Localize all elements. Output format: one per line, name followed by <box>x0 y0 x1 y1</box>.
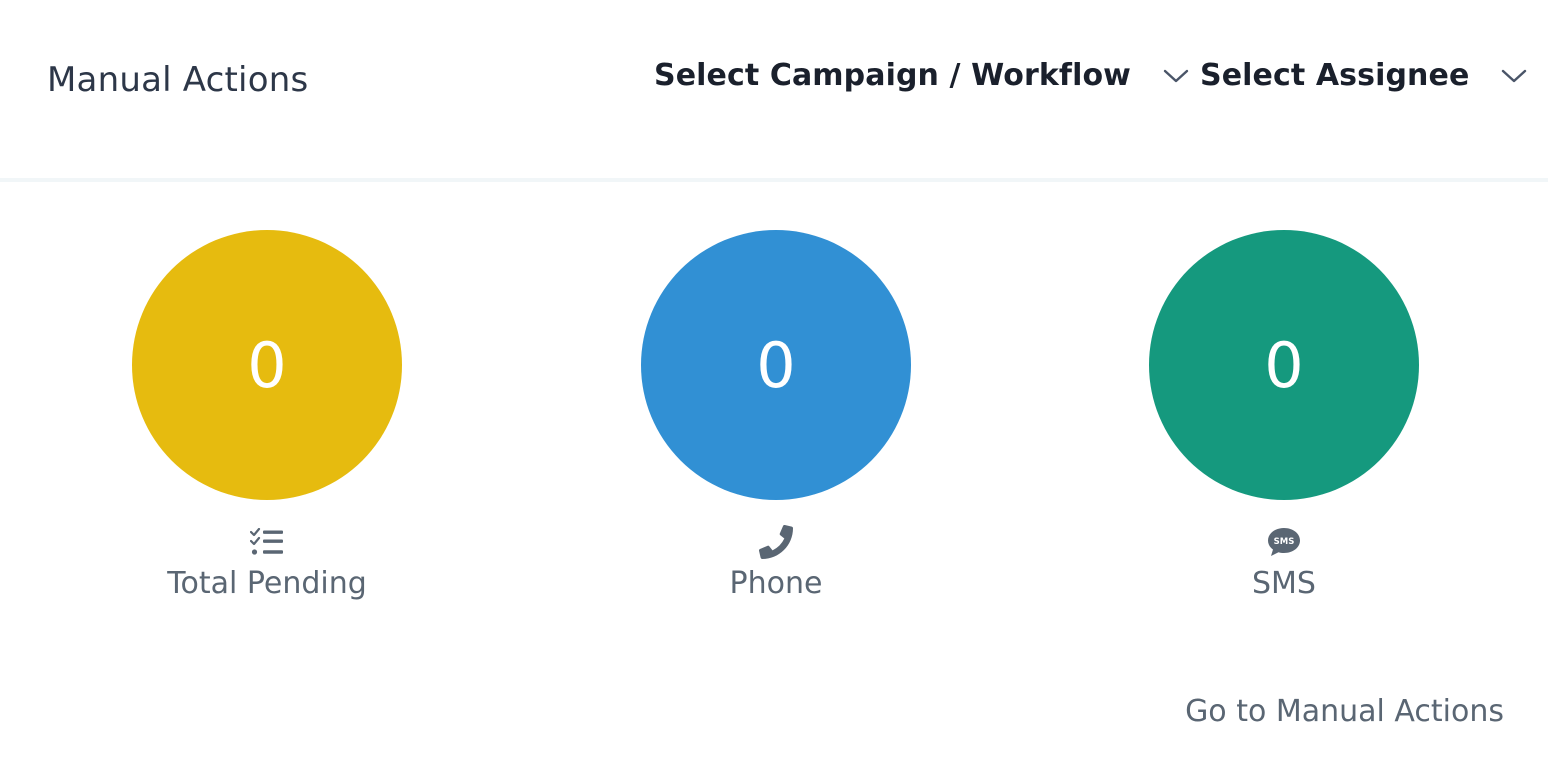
campaign-workflow-dropdown[interactable]: Select Campaign / Workflow <box>654 58 1189 93</box>
stat-circle: 0 <box>1149 230 1419 500</box>
widget-title: Manual Actions <box>47 60 309 100</box>
stat-value: 0 <box>756 328 796 402</box>
phone-icon <box>759 524 793 560</box>
sms-icon: SMS <box>1267 524 1301 560</box>
stat-total-pending: 0 Total Pending <box>132 230 402 601</box>
checklist-icon <box>250 524 284 560</box>
campaign-dropdown-label: Select Campaign / Workflow <box>654 58 1131 93</box>
stat-circle: 0 <box>132 230 402 500</box>
chevron-down-icon <box>1163 67 1189 85</box>
widget-header: Manual Actions Select Campaign / Workflo… <box>0 0 1548 182</box>
go-to-manual-actions-link[interactable]: Go to Manual Actions <box>1185 694 1504 729</box>
stat-label: SMS <box>1252 566 1316 601</box>
stat-sms: 0 SMS SMS <box>1149 230 1419 601</box>
chevron-down-icon <box>1501 67 1527 85</box>
svg-text:SMS: SMS <box>1274 537 1295 547</box>
stat-circle: 0 <box>641 230 911 500</box>
assignee-dropdown[interactable]: Select Assignee <box>1200 58 1527 93</box>
stat-phone: 0 Phone <box>641 230 911 601</box>
stat-label: Total Pending <box>167 566 367 601</box>
stat-label: Phone <box>729 566 823 601</box>
stat-value: 0 <box>247 328 287 402</box>
stat-value: 0 <box>1264 328 1304 402</box>
assignee-dropdown-label: Select Assignee <box>1200 58 1470 93</box>
